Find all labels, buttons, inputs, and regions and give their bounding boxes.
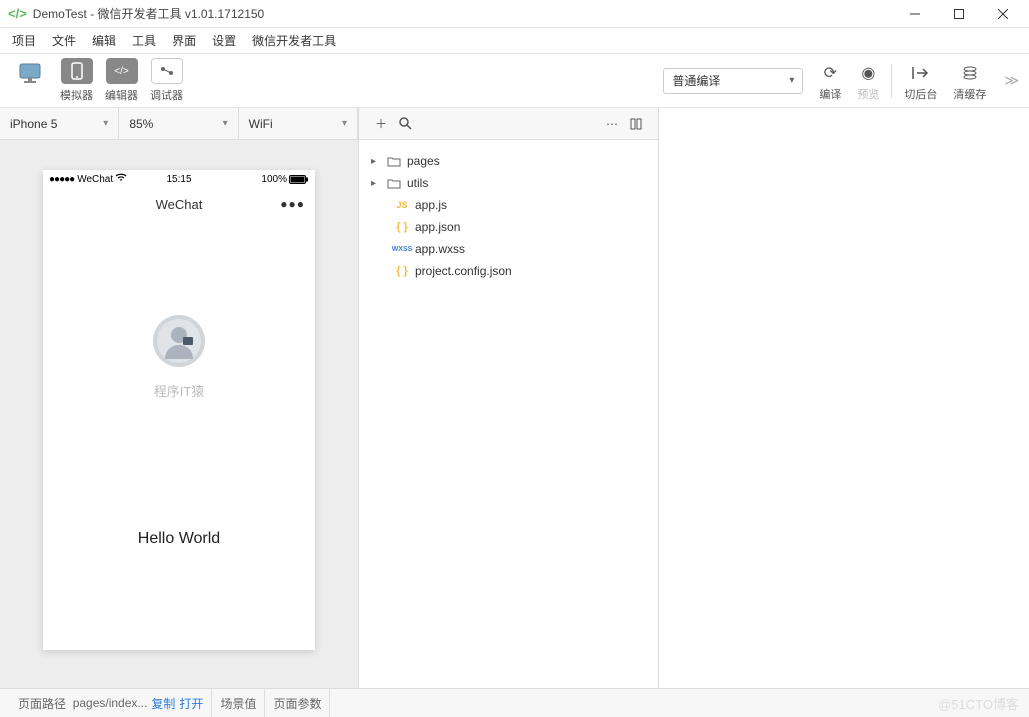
compile-mode-select[interactable]: 普通编译 ▾ <box>663 68 803 94</box>
phone-preview[interactable]: ●●●●● WeChat 15:15 100% WeChat ●●● <box>43 170 315 650</box>
background-button[interactable]: 切后台 <box>904 60 937 102</box>
page-path-label: 页面路径 <box>18 695 66 712</box>
simulator-panel: iPhone 5▾ 85%▾ WiFi▾ ●●●●● WeChat 15:15 … <box>0 108 359 688</box>
hello-text: Hello World <box>138 530 220 548</box>
nickname-text: 程序IT猿 <box>154 381 205 400</box>
device-select[interactable]: iPhone 5▾ <box>0 108 119 139</box>
more-options-button[interactable]: ⋯ <box>600 112 624 136</box>
toolbar: . 模拟器 </> 编辑器 调试器 普通编译 ▾ ⟳ 编译 ◉ 预览 切后台 清… <box>0 54 1029 108</box>
compile-mode-value: 普通编译 <box>672 72 720 89</box>
file-app-js[interactable]: JSapp.js <box>363 194 654 216</box>
menubar: 项目 文件 编辑 工具 界面 设置 微信开发者工具 <box>0 28 1029 54</box>
page-path-value: pages/index... <box>73 696 148 710</box>
watermark-text: @51CTO博客 <box>938 694 1019 713</box>
debugger-label: 调试器 <box>150 87 183 103</box>
eye-icon: ◉ <box>861 60 875 86</box>
debugger-button[interactable]: 调试器 <box>150 58 183 103</box>
titlebar: </> DemoTest - 微信开发者工具 v1.01.1712150 <box>0 0 1029 28</box>
phone-status-bar: ●●●●● WeChat 15:15 100% <box>43 170 315 188</box>
menu-wxtools[interactable]: 微信开发者工具 <box>244 29 344 52</box>
arrow-right-bracket-icon <box>912 60 930 86</box>
editor-button[interactable]: </> 编辑器 <box>105 58 138 103</box>
stack-icon <box>962 60 978 86</box>
file-app-json[interactable]: { }app.json <box>363 216 654 238</box>
file-app-wxss[interactable]: WXSSapp.wxss <box>363 238 654 260</box>
collapse-button[interactable] <box>624 112 648 136</box>
app-logo-icon: </> <box>8 6 27 21</box>
copy-link[interactable]: 复制 <box>151 695 175 712</box>
avatar <box>153 315 205 367</box>
menu-settings[interactable]: 设置 <box>204 29 244 52</box>
device-icon-button[interactable]: . <box>16 60 48 101</box>
menu-tools[interactable]: 工具 <box>124 29 164 52</box>
window-title: DemoTest - 微信开发者工具 v1.01.1712150 <box>33 5 893 22</box>
menu-interface[interactable]: 界面 <box>164 29 204 52</box>
search-button[interactable] <box>393 112 417 136</box>
clear-cache-button[interactable]: 清缓存 <box>953 60 986 102</box>
menu-edit[interactable]: 编辑 <box>84 29 124 52</box>
network-select[interactable]: WiFi▾ <box>239 108 358 139</box>
more-dots-icon[interactable]: ●●● <box>280 197 305 211</box>
signal-icon: ●●●●● <box>49 174 74 185</box>
page-params-button[interactable]: 页面参数 <box>265 689 330 717</box>
footer: 页面路径 pages/index... 复制 打开 场景值 页面参数 @51CT… <box>0 688 1029 717</box>
phone-nav-bar: WeChat ●●● <box>43 188 315 220</box>
simulator-button[interactable]: 模拟器 <box>60 58 93 103</box>
file-project-config[interactable]: { }project.config.json <box>363 260 654 282</box>
compile-button[interactable]: ⟳ 编译 <box>819 60 841 102</box>
battery-icon <box>289 175 309 184</box>
file-explorer: ＋ ⋯ ▸pages ▸utils JSapp.js { }app.json W… <box>359 108 659 688</box>
maximize-button[interactable] <box>937 0 981 28</box>
close-button[interactable] <box>981 0 1025 28</box>
editor-area[interactable] <box>659 108 1029 688</box>
minimize-button[interactable] <box>893 0 937 28</box>
editor-label: 编辑器 <box>105 87 138 103</box>
zoom-select[interactable]: 85%▾ <box>119 108 238 139</box>
wifi-icon <box>115 173 127 185</box>
refresh-icon: ⟳ <box>824 60 837 86</box>
simulator-label: 模拟器 <box>60 87 93 103</box>
open-link[interactable]: 打开 <box>179 695 203 712</box>
status-time: 15:15 <box>166 174 191 185</box>
new-file-button[interactable]: ＋ <box>369 112 393 136</box>
menu-file[interactable]: 文件 <box>44 29 84 52</box>
chevron-down-icon: ▾ <box>789 75 794 86</box>
folder-pages[interactable]: ▸pages <box>363 150 654 172</box>
scene-value-button[interactable]: 场景值 <box>212 689 265 717</box>
file-tree: ▸pages ▸utils JSapp.js { }app.json WXSSa… <box>359 140 658 292</box>
more-chevron-icon[interactable]: ≫ <box>1004 72 1019 89</box>
menu-project[interactable]: 项目 <box>4 29 44 52</box>
preview-button[interactable]: ◉ 预览 <box>857 60 879 102</box>
folder-utils[interactable]: ▸utils <box>363 172 654 194</box>
